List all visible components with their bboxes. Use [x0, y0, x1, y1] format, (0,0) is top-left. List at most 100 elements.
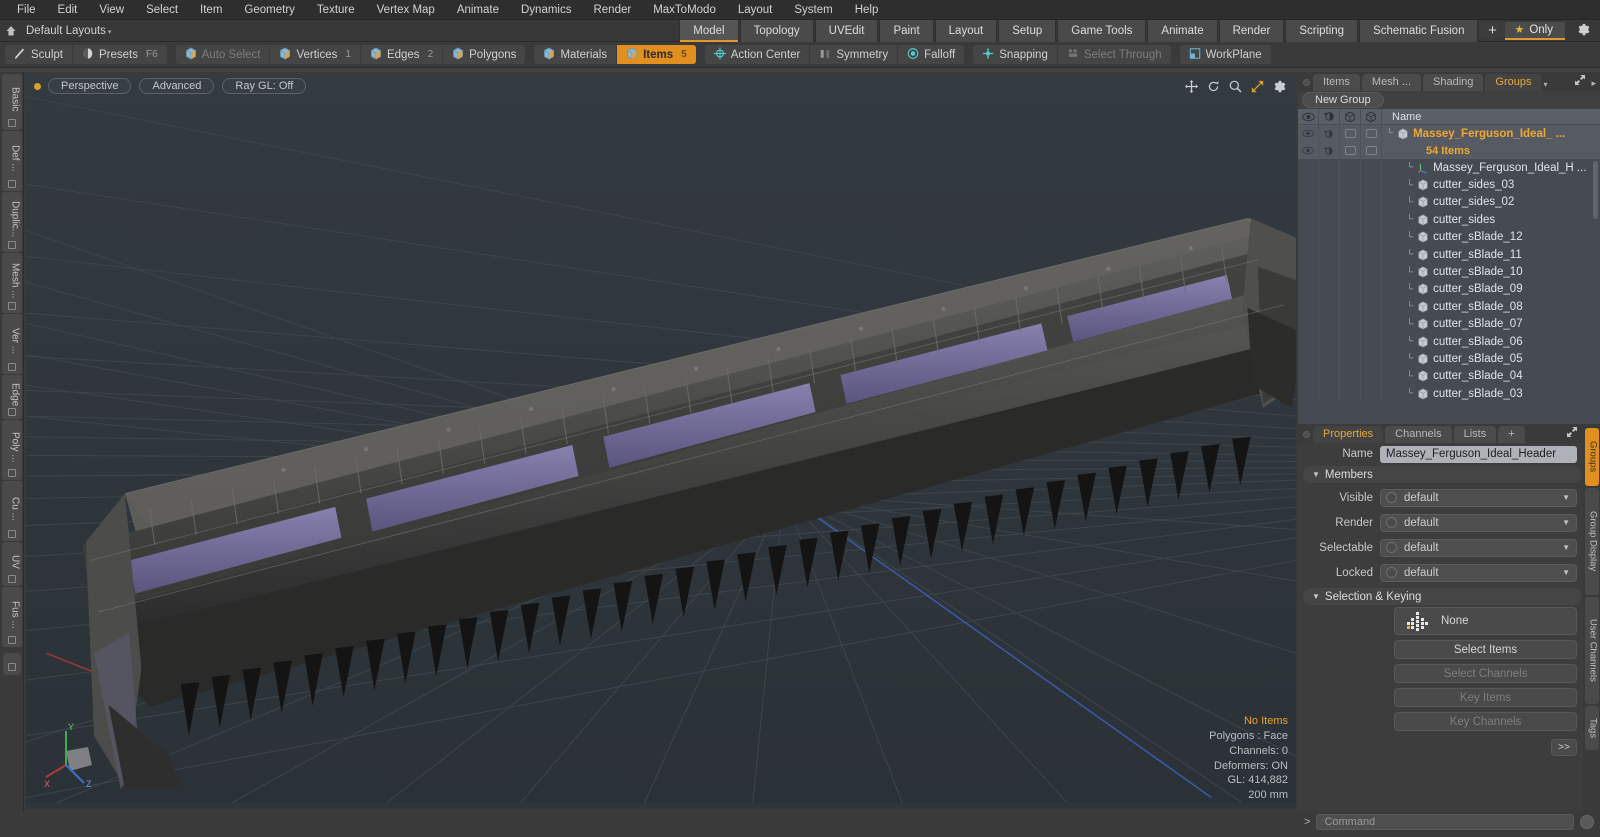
cube-outline-icon[interactable]: [1340, 109, 1361, 125]
row-cell-2[interactable]: [1340, 193, 1361, 212]
forward-button[interactable]: >>: [1551, 738, 1577, 756]
row-cell-1[interactable]: [1319, 193, 1340, 212]
cube-outline-icon-2[interactable]: [1361, 109, 1382, 125]
left-tab-ver[interactable]: Ver ...: [1, 314, 22, 374]
groups-tree-body[interactable]: └ Massey_Ferguson_Ideal_ ... 54 Items └ Mass…: [1298, 125, 1600, 424]
group-row[interactable]: └ Massey_Ferguson_Ideal_ ...: [1298, 125, 1600, 142]
row-cell-2[interactable]: [1340, 367, 1361, 386]
menu-item-animate[interactable]: Animate: [446, 0, 510, 20]
layout-tab-layout[interactable]: Layout: [934, 19, 998, 42]
row-cell-0[interactable]: [1298, 176, 1319, 194]
table-row[interactable]: └ cutter_sBlade_03: [1298, 385, 1600, 403]
selection-keying-section-header[interactable]: ▼ Selection & Keying: [1303, 588, 1581, 605]
group-count-cell-2[interactable]: [1340, 142, 1361, 159]
table-row[interactable]: └ cutter_sBlade_12: [1298, 228, 1600, 246]
left-tab-fus[interactable]: Fus ...: [1, 587, 22, 647]
layout-tab-scripting[interactable]: Scripting: [1285, 19, 1359, 42]
viewport-gear-icon[interactable]: [1273, 80, 1286, 93]
right-vtab-user-channels[interactable]: User Channels: [1584, 597, 1599, 704]
row-cell-3[interactable]: [1361, 315, 1382, 333]
row-cell-1[interactable]: [1319, 367, 1340, 386]
tool-auto-select-button[interactable]: Auto Select: [176, 45, 271, 64]
left-tab-basic[interactable]: Basic: [1, 74, 22, 130]
table-row[interactable]: └ cutter_sBlade_04: [1298, 367, 1600, 386]
row-cell-2[interactable]: [1340, 332, 1361, 351]
member-toggle-dot[interactable]: [1386, 542, 1397, 553]
row-cell-2[interactable]: [1340, 228, 1361, 246]
viewport-raygl-pill[interactable]: Ray GL: Off: [222, 78, 307, 94]
pan-icon[interactable]: [1185, 79, 1198, 93]
row-cell-1[interactable]: [1319, 315, 1340, 333]
right-vtab-group-display[interactable]: Group Display: [1584, 488, 1599, 595]
row-cell-0[interactable]: [1298, 159, 1319, 177]
row-cell-1[interactable]: [1319, 385, 1340, 403]
member-dropdown-render[interactable]: default ▼: [1380, 513, 1577, 532]
member-dropdown-locked[interactable]: default ▼: [1380, 563, 1577, 582]
gear-icon[interactable]: [1571, 23, 1596, 39]
groups-tree-scrollbar[interactable]: [1593, 161, 1598, 219]
row-cell-0[interactable]: [1298, 228, 1319, 246]
menu-item-dynamics[interactable]: Dynamics: [510, 0, 582, 20]
layout-tab-model[interactable]: Model: [679, 19, 739, 42]
tool-snapping-button[interactable]: Snapping: [973, 45, 1058, 64]
viewport-projection-pill[interactable]: Perspective: [48, 78, 132, 94]
row-cell-2[interactable]: [1340, 211, 1361, 229]
row-cell-1[interactable]: [1319, 211, 1340, 229]
zoom-icon[interactable]: [1229, 80, 1242, 93]
menu-item-item[interactable]: Item: [189, 0, 233, 20]
menu-item-select[interactable]: Select: [135, 0, 189, 20]
layout-tab-topology[interactable]: Topology: [739, 19, 814, 42]
panel-tab-mesh[interactable]: Mesh ...: [1361, 74, 1422, 91]
left-tab-uv[interactable]: UV: [1, 542, 22, 586]
tool-symmetry-button[interactable]: Symmetry: [810, 45, 899, 64]
name-field[interactable]: Massey_Ferguson_Ideal_Header: [1380, 445, 1577, 463]
rotate-icon[interactable]: [1207, 80, 1220, 93]
row-cell-3[interactable]: [1361, 245, 1382, 264]
member-dropdown-selectable[interactable]: default ▼: [1380, 538, 1577, 557]
home-icon[interactable]: [0, 20, 22, 42]
right-vtab-groups[interactable]: Groups: [1584, 428, 1599, 486]
menu-item-view[interactable]: View: [88, 0, 135, 20]
menu-item-texture[interactable]: Texture: [306, 0, 366, 20]
row-cell-0[interactable]: [1298, 263, 1319, 281]
row-cell-2[interactable]: [1340, 245, 1361, 264]
menu-item-vertex-map[interactable]: Vertex Map: [366, 0, 446, 20]
add-layout-button[interactable]: +: [1479, 22, 1506, 39]
row-cell-2[interactable]: [1340, 350, 1361, 368]
row-cell-2[interactable]: [1340, 263, 1361, 281]
layout-tab-setup[interactable]: Setup: [998, 19, 1057, 42]
row-cell-1[interactable]: [1319, 176, 1340, 194]
menu-item-render[interactable]: Render: [582, 0, 642, 20]
row-cell-1[interactable]: [1319, 350, 1340, 368]
row-cell-3[interactable]: [1361, 263, 1382, 281]
layout-tab-uvedit[interactable]: UVEdit: [814, 19, 879, 42]
group-cell-0[interactable]: [1298, 125, 1319, 142]
group-cell-3[interactable]: [1361, 125, 1382, 142]
table-row[interactable]: └ cutter_sBlade_07: [1298, 315, 1600, 333]
layout-tab-game-tools[interactable]: Game Tools: [1057, 19, 1147, 42]
layout-tab-schematic-fusion[interactable]: Schematic Fusion: [1359, 19, 1479, 42]
row-cell-2[interactable]: [1340, 280, 1361, 299]
right-vtab-tags[interactable]: Tags: [1584, 706, 1599, 750]
tool-presets-button[interactable]: Presets F6: [73, 45, 167, 64]
row-cell-0[interactable]: [1298, 211, 1319, 229]
row-cell-2[interactable]: [1340, 315, 1361, 333]
expand-properties-icon[interactable]: [1566, 426, 1583, 443]
member-toggle-dot[interactable]: [1386, 517, 1397, 528]
row-cell-2[interactable]: [1340, 298, 1361, 316]
layout-preset-label[interactable]: Default Layouts ▾: [22, 25, 119, 37]
row-cell-2[interactable]: [1340, 385, 1361, 403]
left-tab-duplic[interactable]: Duplic...: [1, 192, 22, 252]
menu-item-layout[interactable]: Layout: [727, 0, 784, 20]
tool-workplane-button[interactable]: WorkPlane: [1180, 45, 1271, 64]
group-count-cell-3[interactable]: [1361, 142, 1382, 159]
row-cell-0[interactable]: [1298, 332, 1319, 351]
table-row[interactable]: └ cutter_sBlade_11: [1298, 245, 1600, 264]
panel-tab-groups[interactable]: Groups: [1485, 74, 1542, 91]
left-tab-edge[interactable]: Edge: [1, 375, 22, 419]
viewport-active-dot[interactable]: [34, 82, 41, 90]
layout-tab-paint[interactable]: Paint: [879, 19, 934, 42]
menu-item-maxtomodo[interactable]: MaxToModo: [642, 0, 727, 20]
tool-vertices-button[interactable]: Vertices 1: [270, 45, 361, 64]
props-tab-properties[interactable]: Properties: [1313, 426, 1384, 443]
